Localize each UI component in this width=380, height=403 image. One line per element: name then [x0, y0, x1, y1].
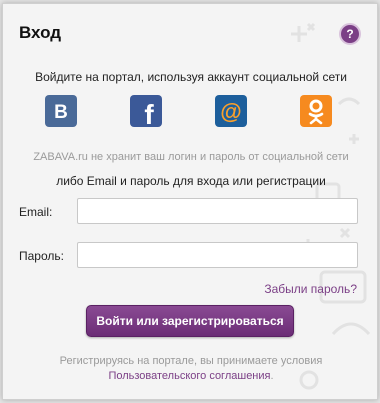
mail-ru-login-button[interactable]: @	[215, 95, 247, 127]
login-register-button[interactable]: Войти или зарегистрироваться	[86, 305, 294, 337]
privacy-note: ZABAVA.ru не хранит ваш логин и пароль о…	[33, 151, 349, 163]
forgot-password-link[interactable]: Забыли пароль?	[264, 282, 357, 296]
terms-text: Регистрируясь на портале, вы принимаете …	[59, 355, 323, 367]
login-dialog: Вход ? Войдите на портал, используя акка…	[2, 3, 378, 400]
social-login-prompt: Войдите на портал, используя аккаунт соц…	[35, 70, 347, 84]
facebook-glyph: f	[144, 99, 154, 127]
facebook-login-button[interactable]: f	[130, 95, 162, 127]
password-label: Пароль:	[19, 249, 64, 263]
email-login-prompt: либо Email и пароль для входа или регист…	[56, 174, 326, 188]
vk-glyph: B	[54, 102, 68, 123]
vk-icon: B	[45, 95, 77, 127]
mail-ru-glyph: @	[220, 99, 241, 124]
email-field[interactable]	[77, 198, 358, 224]
dialog-title: Вход	[19, 23, 62, 42]
facebook-icon: f	[130, 95, 162, 127]
password-field[interactable]	[77, 242, 358, 268]
odnoklassniki-icon	[300, 95, 332, 127]
terms-notice: Регистрируясь на портале, вы принимаете …	[3, 354, 377, 384]
email-label: Email:	[19, 205, 53, 219]
mail-ru-icon: @	[215, 95, 247, 127]
vk-login-button[interactable]: B	[45, 95, 77, 127]
terms-link[interactable]: Пользовательского соглашения	[108, 370, 270, 382]
terms-end: .	[270, 370, 274, 382]
odnoklassniki-login-button[interactable]	[300, 95, 332, 127]
help-icon[interactable]: ?	[339, 23, 361, 45]
